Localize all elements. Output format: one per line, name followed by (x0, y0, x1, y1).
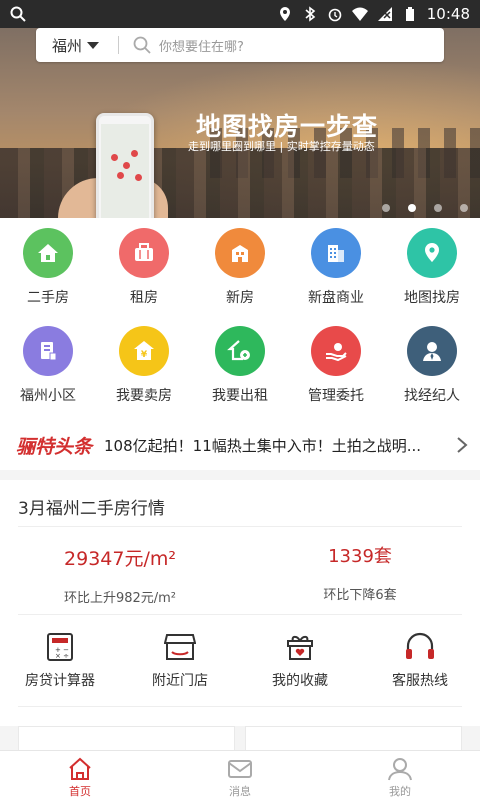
category-label: 管理委托 (308, 388, 364, 404)
category-rent-out[interactable]: 我要出租 (192, 326, 288, 424)
suitcase-icon (119, 228, 169, 278)
nav-label: 首页 (69, 785, 91, 798)
chevron-right-icon[interactable] (456, 436, 468, 454)
listings-change: 环比下降6套 (323, 588, 397, 603)
battery-icon (405, 7, 414, 21)
community-icon (23, 326, 73, 376)
category-label: 新房 (226, 290, 254, 306)
category-label: 二手房 (27, 290, 69, 306)
divider (18, 526, 462, 527)
category-label: 我要卖房 (116, 388, 172, 404)
search-icon (133, 36, 151, 54)
category-label: 我要出租 (212, 388, 268, 404)
search-icon[interactable] (10, 6, 26, 22)
building-icon (215, 228, 265, 278)
category-community[interactable]: 福州小区 (0, 326, 96, 424)
map-pin-icon (407, 228, 457, 278)
category-rent[interactable]: 租房 (96, 228, 192, 326)
category-label: 地图找房 (404, 290, 460, 306)
caret-down-icon (87, 41, 100, 49)
market-title: 3月福州二手房行情 (18, 499, 165, 519)
hotline-button[interactable]: 客服热线 (360, 632, 480, 690)
category-map-search[interactable]: 地图找房 (384, 228, 480, 326)
alarm-icon (328, 8, 342, 22)
banner-dot[interactable] (460, 204, 468, 212)
wifi-icon (351, 7, 368, 21)
category-second-hand[interactable]: 二手房 (0, 228, 96, 326)
search-input[interactable]: 你想要住在哪? (159, 36, 244, 55)
city-selector[interactable]: 福州 (36, 35, 118, 56)
content-cards-preview (18, 726, 462, 750)
location-icon (279, 7, 290, 21)
home-icon (69, 757, 91, 780)
avg-price-value: 29347元/m² (64, 548, 176, 570)
house-icon (23, 228, 73, 278)
tool-label: 附近门店 (152, 673, 208, 689)
signal-icon (377, 7, 392, 21)
status-bar: 10:48 (0, 0, 480, 28)
tool-row: + − × ÷ 房贷计算器 附近门店 我的收藏 客服热线 (0, 632, 480, 690)
sell-icon: ¥ (119, 326, 169, 376)
divider (118, 36, 119, 54)
tool-label: 客服热线 (392, 673, 448, 689)
headline-text[interactable]: 108亿起拍！11幅热土集中入市！土拍之战明... (104, 435, 438, 456)
nav-messages[interactable]: 消息 (160, 751, 320, 800)
banner-dot[interactable] (434, 204, 442, 212)
headline-logo: 骊特头条 (16, 435, 93, 458)
favorites-button[interactable]: 我的收藏 (240, 632, 360, 690)
category-agent[interactable]: 找经纪人 (384, 326, 480, 424)
category-sell[interactable]: ¥ 我要卖房 (96, 326, 192, 424)
nav-profile[interactable]: 我的 (320, 751, 480, 800)
phone-map-image (96, 113, 154, 218)
nearby-stores-button[interactable]: 附近门店 (120, 632, 240, 690)
banner-dot[interactable] (382, 204, 390, 212)
category-row: 福州小区 ¥ 我要卖房 我要出租 管理委托 找经纪人 (0, 326, 480, 424)
news-ticker[interactable]: 骊特头条 108亿起拍！11幅热土集中入市！土拍之战明... (0, 426, 480, 464)
avg-price-stat[interactable]: 29347元/m² 环比上升982元/m² (20, 544, 220, 606)
nav-label: 消息 (229, 785, 251, 798)
category-label: 新盘商业 (308, 290, 364, 306)
listings-stat[interactable]: 1339套 环比下降6套 (260, 542, 460, 603)
nav-home[interactable]: 首页 (0, 751, 160, 800)
divider (18, 706, 462, 707)
category-row: 二手房 租房 新房 新盘商业 地图找房 (0, 228, 480, 326)
nav-label: 我的 (389, 785, 411, 798)
tool-label: 房贷计算器 (25, 673, 95, 689)
banner-subtitle: 走到哪里圈到哪里 | 实时掌控存量动态 (188, 140, 375, 153)
bluetooth-icon (305, 6, 316, 22)
status-time: 10:48 (426, 5, 470, 23)
calculator-icon: + −× ÷ (47, 633, 73, 661)
listings-value: 1339套 (328, 546, 392, 567)
profile-icon (388, 758, 412, 781)
svg-text:× ÷: × ÷ (55, 652, 69, 660)
search-bar[interactable]: 福州 你想要住在哪? (36, 28, 444, 62)
category-label: 找经纪人 (404, 388, 460, 404)
mortgage-calculator-button[interactable]: + − × ÷ 房贷计算器 (0, 632, 120, 690)
category-new-house[interactable]: 新房 (192, 228, 288, 326)
category-label: 租房 (130, 290, 158, 306)
gift-heart-icon (287, 635, 313, 660)
office-icon (311, 228, 361, 278)
tool-label: 我的收藏 (272, 673, 328, 689)
banner-dot-active[interactable] (408, 204, 416, 212)
category-entrust[interactable]: 管理委托 (288, 326, 384, 424)
avg-price-change: 环比上升982元/m² (63, 591, 177, 606)
content-card[interactable] (245, 726, 462, 750)
store-icon (164, 634, 196, 660)
divider (18, 614, 462, 615)
rent-out-icon (215, 326, 265, 376)
hand-icon (311, 326, 361, 376)
category-label: 福州小区 (20, 388, 76, 404)
category-commercial[interactable]: 新盘商业 (288, 228, 384, 326)
category-grid: 二手房 租房 新房 新盘商业 地图找房 福州小区 ¥ 我要卖房 我要出租 管理委… (0, 228, 480, 424)
message-icon (228, 760, 252, 778)
city-label: 福州 (52, 36, 83, 55)
headset-icon (406, 632, 434, 659)
agent-icon (407, 326, 457, 376)
bottom-navigation: 首页 消息 我的 (0, 750, 480, 800)
banner-pagination (382, 204, 468, 212)
svg-text:¥: ¥ (141, 350, 148, 360)
content-card[interactable] (18, 726, 235, 750)
